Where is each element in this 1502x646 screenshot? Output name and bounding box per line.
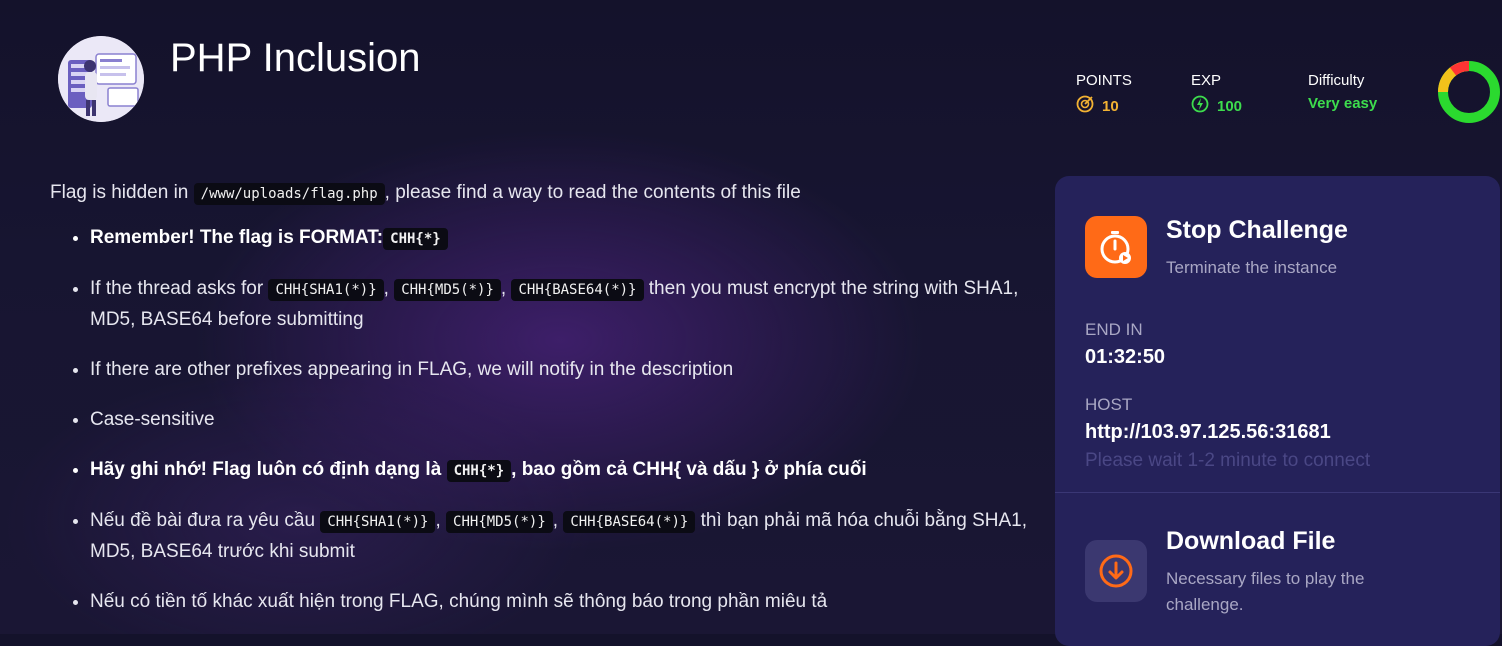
stopwatch-icon xyxy=(1100,231,1131,264)
bolt-icon xyxy=(1191,95,1209,117)
instance-panel: Stop Challenge Terminate the instance EN… xyxy=(1055,176,1500,646)
list-item: If there are other prefixes appearing in… xyxy=(90,355,1040,385)
countdown-timer: 01:32:50 xyxy=(1085,346,1166,368)
panel-divider xyxy=(1055,492,1500,493)
exp-value: 100 xyxy=(1217,97,1243,115)
points-stat: POINTS 10 xyxy=(1076,72,1132,117)
download-file-button[interactable] xyxy=(1085,540,1147,602)
exp-label: EXP xyxy=(1191,72,1222,89)
challenge-description: Flag is hidden in /www/uploads/flag.php,… xyxy=(50,172,1040,637)
flag-path-code: /www/uploads/flag.php xyxy=(193,183,385,205)
list-item: If the thread asks for CHH{SHA1(*)}, CHH… xyxy=(90,274,1040,335)
difficulty-ring-icon xyxy=(1437,60,1501,124)
target-icon xyxy=(1076,95,1094,117)
difficulty-label: Difficulty xyxy=(1308,72,1365,89)
list-item: Nếu đề bài đưa ra yêu cầu CHH{SHA1(*)}, … xyxy=(90,506,1040,567)
host-label: HOST xyxy=(1085,395,1133,414)
exp-stat: EXP 100 xyxy=(1191,72,1242,117)
challenge-title: PHP Inclusion xyxy=(170,36,421,80)
list-item: Hãy ghi nhớ! Flag luôn có định dạng là C… xyxy=(90,455,1040,486)
difficulty-value: Very easy xyxy=(1308,95,1378,112)
stop-challenge-title[interactable]: Stop Challenge xyxy=(1166,216,1348,245)
difficulty-stat: Difficulty Very easy xyxy=(1308,72,1377,112)
download-file-subtitle: Necessary files to play the challenge. xyxy=(1166,569,1365,614)
stop-challenge-button[interactable] xyxy=(1085,216,1147,278)
list-item: Case-sensitive xyxy=(90,405,1040,435)
connect-wait-note: Please wait 1-2 minute to connect xyxy=(1085,450,1371,471)
rules-list: Remember! The flag is FORMAT:CHH{*} If t… xyxy=(50,223,1040,617)
points-value: 10 xyxy=(1102,97,1119,115)
challenge-header: PHP Inclusion POINTS 10 EXP 100 Difficul… xyxy=(0,0,1502,150)
challenge-logo-icon xyxy=(58,36,144,122)
host-link[interactable]: http://103.97.125.56:31681 xyxy=(1085,421,1331,444)
stop-challenge-subtitle: Terminate the instance xyxy=(1166,258,1338,277)
download-icon xyxy=(1099,554,1133,588)
list-item: Nếu có tiền tố khác xuất hiện trong FLAG… xyxy=(90,587,1040,617)
description-intro: Flag is hidden in /www/uploads/flag.php,… xyxy=(50,182,801,205)
list-item: Remember! The flag is FORMAT:CHH{*} xyxy=(90,223,1040,254)
end-in-label: END IN xyxy=(1085,320,1143,339)
download-file-title[interactable]: Download File xyxy=(1166,527,1335,556)
points-label: POINTS xyxy=(1076,72,1132,89)
